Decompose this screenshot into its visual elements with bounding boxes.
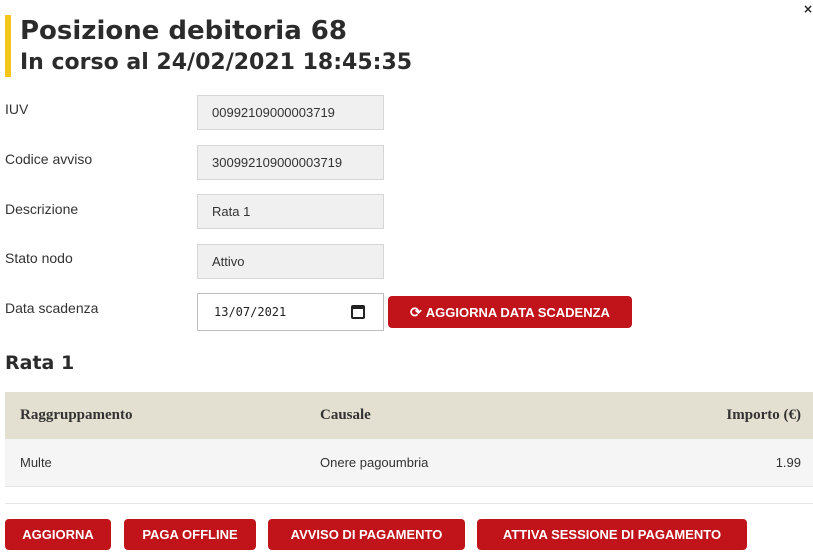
header-accent-bar bbox=[5, 15, 11, 77]
table-header: Raggruppamento Causale Importo (€) bbox=[5, 392, 813, 439]
update-date-button[interactable]: ⟳ AGGIORNA DATA SCADENZA bbox=[388, 296, 632, 328]
rata-table: Raggruppamento Causale Importo (€) Multe… bbox=[5, 392, 813, 487]
table-row: Multe Onere pagoumbria 1.99 bbox=[5, 439, 813, 487]
update-date-button-label: AGGIORNA DATA SCADENZA bbox=[425, 304, 610, 320]
iuv-label: IUV bbox=[5, 101, 29, 117]
stato-nodo-field: Attivo bbox=[197, 244, 384, 279]
data-scadenza-input[interactable]: 13/07/2021 bbox=[197, 293, 384, 331]
codice-avviso-label: Codice avviso bbox=[5, 151, 93, 167]
close-icon[interactable]: × bbox=[803, 2, 813, 16]
attiva-sessione-button[interactable]: ATTIVA SESSIONE DI PAGAMENTO bbox=[477, 519, 747, 550]
header-causale: Causale bbox=[320, 407, 371, 423]
cell-causale: Onere pagoumbria bbox=[320, 455, 429, 470]
page-subtitle: In corso al 24/02/2021 18:45:35 bbox=[20, 50, 413, 75]
iuv-field: 00992109000003719 bbox=[197, 95, 384, 130]
section-title: Rata 1 bbox=[5, 352, 75, 374]
cell-raggruppamento: Multe bbox=[20, 455, 52, 470]
stato-nodo-label: Stato nodo bbox=[5, 250, 73, 266]
header-importo: Importo (€) bbox=[726, 407, 801, 423]
data-scadenza-value: 13/07/2021 bbox=[214, 305, 287, 319]
page-title: Posizione debitoria 68 bbox=[20, 16, 347, 46]
descrizione-label: Descrizione bbox=[5, 201, 79, 217]
codice-avviso-field: 300992109000003719 bbox=[197, 145, 384, 180]
divider bbox=[5, 503, 813, 504]
descrizione-field: Rata 1 bbox=[197, 194, 384, 229]
aggiorna-button[interactable]: AGGIORNA bbox=[5, 519, 111, 550]
refresh-icon: ⟳ bbox=[410, 304, 422, 320]
cell-importo: 1.99 bbox=[775, 455, 801, 470]
header-raggruppamento: Raggruppamento bbox=[20, 407, 133, 423]
data-scadenza-label: Data scadenza bbox=[5, 300, 99, 316]
avviso-pagamento-button[interactable]: AVVISO DI PAGAMENTO bbox=[268, 519, 465, 550]
paga-offline-button[interactable]: PAGA OFFLINE bbox=[124, 519, 256, 550]
calendar-icon[interactable] bbox=[351, 305, 365, 319]
